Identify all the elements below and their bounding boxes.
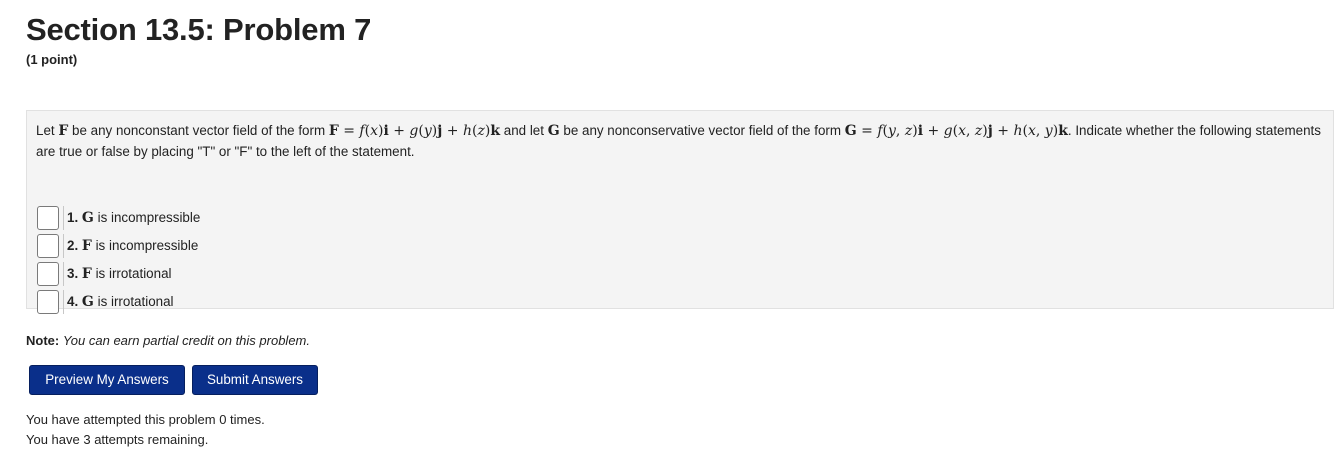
- intro-text-3: and let: [500, 123, 548, 138]
- statement-label: 3. F is irrotational: [63, 262, 172, 286]
- statement-list: 1. G is incompressible 2. F is incompres…: [37, 204, 200, 316]
- F-form-formula: F = f(x)i + g(y)j + h(z)k: [328, 123, 501, 139]
- answer-input-4[interactable]: [37, 290, 59, 314]
- statement-text: is irrotational: [91, 266, 172, 281]
- statement-number: 2.: [67, 238, 79, 253]
- statement-row: 2. F is incompressible: [37, 232, 200, 260]
- page-title: Section 13.5: Problem 7: [26, 12, 372, 47]
- statement-row: 1. G is incompressible: [37, 204, 200, 232]
- statement-field: F: [81, 238, 92, 254]
- answer-input-2[interactable]: [37, 234, 59, 258]
- statement-field: G: [81, 210, 94, 226]
- intro-text-1: Let: [36, 123, 59, 138]
- field-G-symbol: G: [547, 123, 560, 139]
- points-label: (1 point): [26, 52, 78, 67]
- statement-text: is incompressible: [93, 210, 201, 225]
- statement-text: is incompressible: [91, 238, 199, 253]
- partial-credit-note: Note: You can earn partial credit on thi…: [26, 333, 310, 348]
- attempts-remaining-text: You have 3 attempts remaining.: [26, 432, 209, 447]
- statement-label: 2. F is incompressible: [63, 234, 198, 258]
- statement-text: is irrotational: [93, 294, 174, 309]
- statement-number: 4.: [67, 294, 79, 309]
- statement-field: F: [81, 266, 92, 282]
- intro-text-2: be any nonconstant vector field of the f…: [68, 123, 329, 138]
- statement-number: 3.: [67, 266, 79, 281]
- attempts-made-text: You have attempted this problem 0 times.: [26, 412, 265, 427]
- problem-statement: Let F be any nonconstant vector field of…: [36, 121, 1326, 162]
- problem-page: Section 13.5: Problem 7 (1 point) Let F …: [0, 0, 1336, 467]
- statement-number: 1.: [67, 210, 79, 225]
- field-F-symbol: F: [58, 123, 69, 139]
- answer-input-1[interactable]: [37, 206, 59, 230]
- statement-row: 4. G is irrotational: [37, 288, 200, 316]
- intro-text-4: be any nonconservative vector field of t…: [559, 123, 845, 138]
- submit-answers-button[interactable]: Submit Answers: [192, 365, 318, 395]
- answer-input-3[interactable]: [37, 262, 59, 286]
- statement-field: G: [81, 294, 94, 310]
- G-form-formula: G = f(y, z)i + g(x, z)j + h(x, y)k: [844, 123, 1068, 139]
- problem-body: Let F be any nonconstant vector field of…: [26, 110, 1334, 314]
- preview-answers-button[interactable]: Preview My Answers: [29, 365, 185, 395]
- note-label: Note:: [26, 333, 60, 348]
- statement-row: 3. F is irrotational: [37, 260, 200, 288]
- note-text: You can earn partial credit on this prob…: [62, 333, 310, 348]
- statement-label: 4. G is irrotational: [63, 290, 174, 314]
- attempts-info: You have attempted this problem 0 times.…: [26, 410, 265, 450]
- statement-label: 1. G is incompressible: [63, 206, 200, 230]
